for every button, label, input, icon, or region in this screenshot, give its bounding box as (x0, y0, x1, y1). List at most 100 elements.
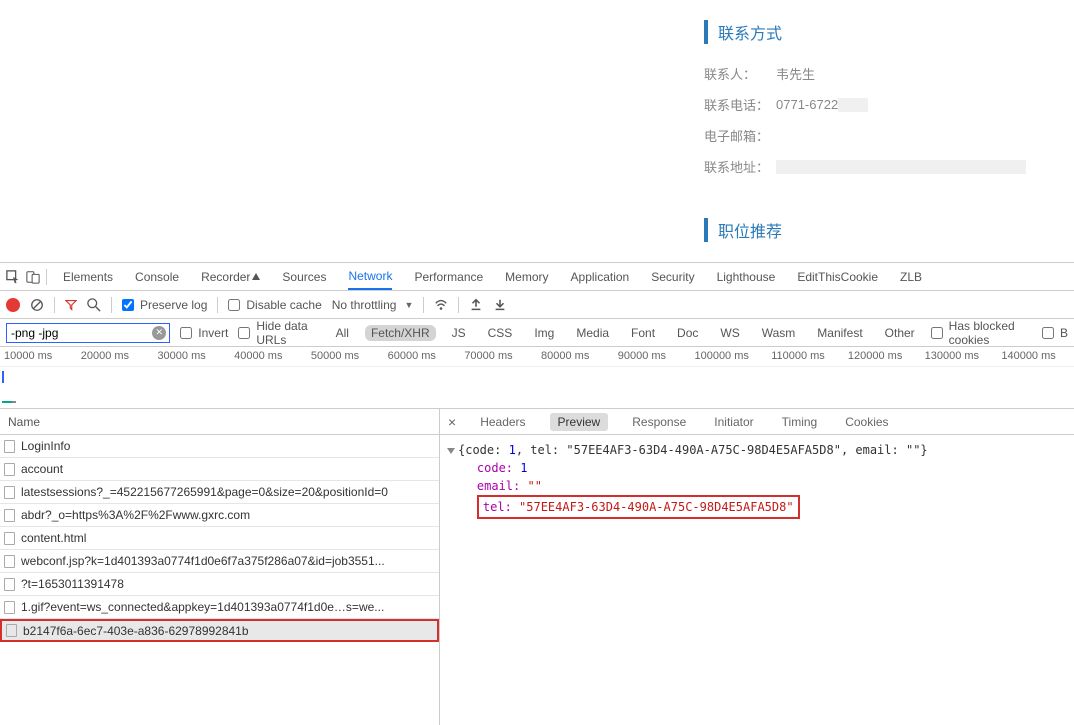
tab-security[interactable]: Security (651, 263, 694, 290)
request-detail-panel: × Headers Preview Response Initiator Tim… (440, 409, 1074, 725)
timeline-body[interactable] (0, 367, 1074, 409)
request-row[interactable]: ?t=1653011391478 (0, 573, 439, 596)
preview-badge-icon (252, 273, 260, 280)
type-other[interactable]: Other (879, 325, 921, 341)
tab-application[interactable]: Application (571, 263, 630, 290)
blocked-requests-group[interactable]: B (1042, 326, 1068, 340)
request-row[interactable]: abdr?_o=https%3A%2F%2Fwww.gxrc.com (0, 504, 439, 527)
hide-data-urls-checkbox[interactable] (238, 327, 250, 339)
json-preview[interactable]: {code: 1, tel: "57EE4AF3-63D4-490A-A75C-… (440, 435, 1074, 525)
filter-input-wrap[interactable]: ✕ (6, 323, 170, 343)
tab-lighthouse[interactable]: Lighthouse (717, 263, 776, 290)
request-row-selected[interactable]: b2147f6a-6ec7-403e-a836-62978992841b (0, 619, 439, 642)
detail-tab-timing[interactable]: Timing (778, 409, 822, 434)
file-icon (4, 555, 15, 568)
contact-address-row: 联系地址： (704, 157, 1064, 176)
request-list[interactable]: LoginInfo account latestsessions?_=45221… (0, 435, 439, 725)
contact-person-label: 联系人： (704, 64, 776, 83)
divider (423, 297, 424, 313)
tl-label-10: 110000 ms (767, 347, 844, 366)
detail-tab-response[interactable]: Response (628, 409, 690, 434)
contact-address-label: 联系地址： (704, 157, 776, 176)
close-detail-icon[interactable]: × (448, 414, 456, 430)
request-row[interactable]: content.html (0, 527, 439, 550)
name-header[interactable]: Name (0, 409, 439, 435)
clear-filter-icon[interactable]: ✕ (152, 326, 166, 340)
contact-phone-label: 联系电话： (704, 95, 776, 114)
redacted-address (776, 160, 1026, 174)
tab-performance[interactable]: Performance (414, 263, 483, 290)
json-code-line[interactable]: code: 1 (448, 459, 1066, 477)
type-wasm[interactable]: Wasm (756, 325, 802, 341)
request-row[interactable]: LoginInfo (0, 435, 439, 458)
json-summary[interactable]: {code: 1, tel: "57EE4AF3-63D4-490A-A75C-… (448, 441, 1066, 459)
filter-input[interactable] (11, 326, 165, 340)
timeline[interactable]: 10000 ms 20000 ms 30000 ms 40000 ms 5000… (0, 347, 1074, 409)
clear-icon[interactable] (30, 298, 44, 312)
detail-tabs: × Headers Preview Response Initiator Tim… (440, 409, 1074, 435)
request-row[interactable]: webconf.jsp?k=1d401393a0774f1d0e6f7a375f… (0, 550, 439, 573)
disable-cache-group[interactable]: Disable cache (228, 298, 321, 312)
type-js[interactable]: JS (446, 325, 472, 341)
type-doc[interactable]: Doc (671, 325, 704, 341)
invert-group[interactable]: Invert (180, 326, 228, 340)
tab-console[interactable]: Console (135, 263, 179, 290)
file-icon (4, 601, 15, 614)
filter-icon[interactable] (65, 299, 77, 311)
file-icon (4, 486, 15, 499)
type-media[interactable]: Media (570, 325, 615, 341)
has-blocked-cookies-group[interactable]: Has blocked cookies (931, 319, 1032, 347)
type-css[interactable]: CSS (482, 325, 519, 341)
inspect-element-icon[interactable] (6, 270, 20, 284)
webpage-blank (0, 0, 694, 262)
record-icon[interactable] (6, 298, 20, 312)
network-conditions-icon[interactable] (434, 298, 448, 312)
tl-label-6: 70000 ms (460, 347, 537, 366)
request-row[interactable]: latestsessions?_=452215677265991&page=0&… (0, 481, 439, 504)
type-fetch-xhr[interactable]: Fetch/XHR (365, 325, 436, 341)
type-all[interactable]: All (330, 325, 355, 341)
disclosure-triangle-icon[interactable] (447, 448, 455, 454)
tab-memory[interactable]: Memory (505, 263, 548, 290)
network-filter-bar: ✕ Invert Hide data URLs All Fetch/XHR JS… (0, 319, 1074, 347)
tab-network[interactable]: Network (348, 263, 392, 290)
tab-recorder[interactable]: Recorder (201, 263, 260, 290)
tab-editthiscookie[interactable]: EditThisCookie (797, 263, 878, 290)
preserve-log-group[interactable]: Preserve log (122, 298, 207, 312)
tab-sources[interactable]: Sources (282, 263, 326, 290)
request-row[interactable]: 1.gif?event=ws_connected&appkey=1d401393… (0, 596, 439, 619)
detail-tab-headers[interactable]: Headers (476, 409, 529, 434)
search-icon[interactable] (87, 298, 101, 312)
disable-cache-checkbox[interactable] (228, 299, 240, 311)
type-ws[interactable]: WS (714, 325, 745, 341)
detail-tab-cookies[interactable]: Cookies (841, 409, 892, 434)
request-row[interactable]: account (0, 458, 439, 481)
throttling-select[interactable]: No throttling ▼ (332, 298, 414, 312)
request-list-panel: Name LoginInfo account latestsessions?_=… (0, 409, 440, 725)
export-har-icon[interactable] (493, 298, 507, 312)
tab-zlb[interactable]: ZLB (900, 263, 922, 290)
type-img[interactable]: Img (528, 325, 560, 341)
file-icon (4, 532, 15, 545)
webpage-content: 联系方式 联系人： 韦先生 联系电话： 0771-6722 电子邮箱： 联系地址… (694, 0, 1074, 262)
tl-label-2: 30000 ms (153, 347, 230, 366)
blocked-requests-checkbox[interactable] (1042, 327, 1054, 339)
contact-header: 联系方式 (704, 20, 1064, 44)
device-toggle-icon[interactable] (26, 270, 40, 284)
type-manifest[interactable]: Manifest (811, 325, 868, 341)
import-har-icon[interactable] (469, 298, 483, 312)
json-email-line[interactable]: email: "" (448, 477, 1066, 495)
devtools-tabs: Elements Console Recorder Sources Networ… (53, 263, 922, 290)
detail-tab-initiator[interactable]: Initiator (710, 409, 757, 434)
has-blocked-cookies-checkbox[interactable] (931, 327, 943, 339)
detail-tab-preview[interactable]: Preview (550, 413, 609, 431)
invert-checkbox[interactable] (180, 327, 192, 339)
type-font[interactable]: Font (625, 325, 661, 341)
preserve-log-checkbox[interactable] (122, 299, 134, 311)
tab-elements[interactable]: Elements (63, 263, 113, 290)
contact-email-label: 电子邮箱： (704, 126, 776, 145)
contact-phone-value: 0771-6722 (776, 97, 838, 112)
hide-data-urls-group[interactable]: Hide data URLs (238, 319, 319, 347)
json-tel-line[interactable]: tel: "57EE4AF3-63D4-490A-A75C-98D4E5AFA5… (448, 495, 1066, 519)
timeline-labels: 10000 ms 20000 ms 30000 ms 40000 ms 5000… (0, 347, 1074, 367)
